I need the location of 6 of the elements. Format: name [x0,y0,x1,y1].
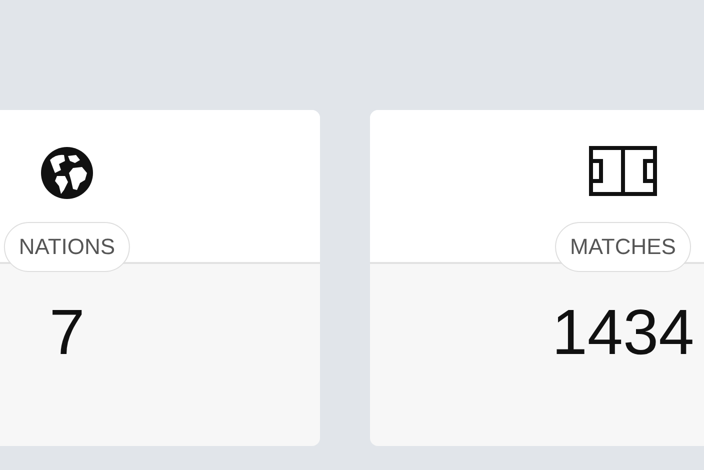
stat-label: MATCHES [555,222,691,272]
stat-value: 1434 [552,300,694,368]
pitch-icon [589,146,657,196]
stat-value: 7 [49,300,85,368]
stat-label: NATIONS [4,222,130,272]
globe-icon [40,146,94,200]
